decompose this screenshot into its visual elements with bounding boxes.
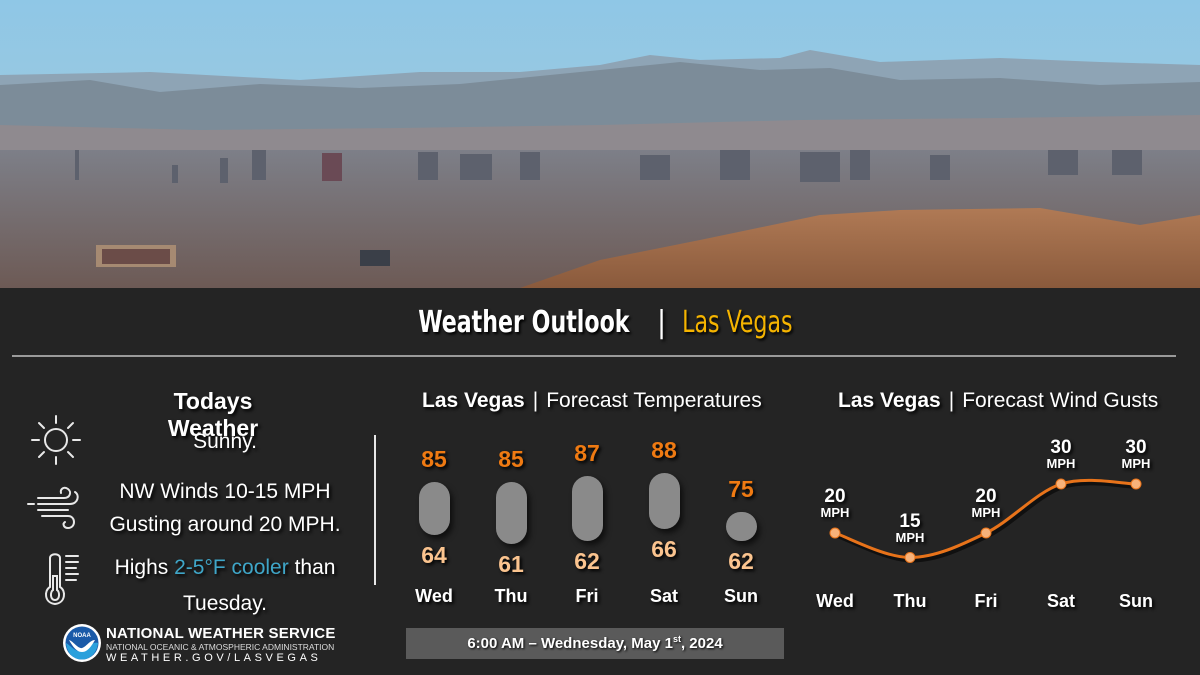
wind-gust-unit: MPH <box>1121 456 1151 471</box>
wind-gust-unit: MPH <box>1046 456 1076 471</box>
highs-suffix: than <box>294 556 336 579</box>
temps-heading-separator: | <box>532 389 539 412</box>
high-temp-label: 75 <box>728 476 754 502</box>
wind-gust-label: 15 MPH <box>880 512 940 544</box>
title-text: Weather Outlook <box>418 305 630 340</box>
wind-gust-value: 20 <box>975 486 997 507</box>
wind-gust-label: 20 MPH <box>805 487 865 519</box>
wind-gust-point <box>980 527 992 539</box>
low-temp-label: 62 <box>574 548 600 574</box>
temp-day-label: Wed <box>415 586 453 606</box>
date-text: 6:00 AM – Wednesday, May 1 <box>467 635 673 652</box>
wind-gust-point <box>904 552 916 563</box>
wind-gust-label: 30 MPH <box>1031 438 1091 470</box>
title-separator: | <box>656 305 667 340</box>
wind-gust-unit: MPH <box>820 505 850 520</box>
wind-heading-location: Las Vegas <box>838 389 941 412</box>
highs-text-line1: Highs 2-5°F cooler than <box>100 556 350 580</box>
wind-gust-value: 20 <box>824 486 846 507</box>
wind-icon <box>27 486 79 530</box>
website-link[interactable]: WEATHER.GOV/LASVEGAS <box>106 652 321 664</box>
highs-prefix: Highs <box>114 556 169 579</box>
wind-day-label: Sat <box>1046 591 1075 611</box>
wind-gust-value: 15 <box>899 510 921 532</box>
temp-range-bar <box>649 473 680 529</box>
temp-range-bar <box>726 512 757 541</box>
wind-day-label: Fri <box>974 591 998 611</box>
low-temp-label: 64 <box>421 542 447 568</box>
wind-heading: Las Vegas | Forecast Wind Gusts <box>838 389 1158 413</box>
low-temp-label: 62 <box>728 548 754 574</box>
las-vegas-skyline-photo <box>0 0 1200 288</box>
low-temp-label: 66 <box>651 536 677 562</box>
sun-icon <box>31 415 81 465</box>
wind-gust-label: 20 MPH <box>956 487 1016 519</box>
section-divider <box>374 435 376 585</box>
high-temp-label: 87 <box>574 440 600 466</box>
wind-gust-unit: MPH <box>895 529 925 545</box>
wind-gust-point <box>1055 478 1067 490</box>
wind-gust-point <box>1130 478 1142 490</box>
issued-date-banner: 6:00 AM – Wednesday, May 1st, 2024 <box>406 628 784 659</box>
temp-day-label: Fri <box>575 586 599 606</box>
wind-gust-point <box>829 527 841 539</box>
thermometer-icon <box>45 553 79 606</box>
temp-day-label: Thu <box>494 586 528 606</box>
date-suffix: st <box>672 634 681 644</box>
wind-text-line1: NW Winds 10-15 MPH <box>119 480 331 503</box>
wind-day-label: Thu <box>893 591 927 611</box>
temp-day-label: Sun <box>724 586 758 606</box>
title-location: Las Vegas <box>682 305 793 340</box>
wind-day-label: Wed <box>816 591 854 611</box>
noaa-logo-text: NOAA <box>73 633 91 639</box>
high-temp-label: 88 <box>651 437 677 463</box>
temp-range-bar <box>496 482 527 544</box>
temps-heading-title: Forecast Temperatures <box>546 389 762 412</box>
wind-gust-value: 30 <box>1125 437 1147 458</box>
wind-day-label: Sun <box>1119 591 1153 611</box>
header-divider <box>12 355 1176 357</box>
temps-heading-location: Las Vegas <box>422 389 525 412</box>
agency-subtitle: NATIONAL OCEANIC & ATMOSPHERIC ADMINISTR… <box>106 642 335 652</box>
page-title: Weather Outlook | Las Vegas <box>0 305 1200 340</box>
highs-highlight: 2-5°F cooler <box>174 556 289 579</box>
temp-range-bar <box>419 482 450 535</box>
high-temp-label: 85 <box>421 446 447 472</box>
wind-gust-label: 30 MPH <box>1106 438 1166 470</box>
agency-name: NATIONAL WEATHER SERVICE <box>106 625 336 642</box>
wind-gust-unit: MPH <box>971 505 1001 520</box>
date-year: , 2024 <box>680 635 723 652</box>
wind-text-line2: Gusting around 20 MPH. <box>109 513 341 536</box>
high-temp-label: 85 <box>498 446 524 472</box>
noaa-logo-icon: NOAA <box>63 624 101 662</box>
low-temp-label: 61 <box>498 551 524 577</box>
wind-heading-separator: | <box>948 389 955 412</box>
wind-heading-title: Forecast Wind Gusts <box>962 389 1159 412</box>
temp-range-bar <box>572 476 603 541</box>
temps-heading: Las Vegas | Forecast Temperatures <box>422 389 762 413</box>
temp-day-label: Sat <box>649 586 678 606</box>
highs-text-line2: Tuesday. <box>182 592 268 615</box>
wind-gust-value: 30 <box>1050 437 1072 458</box>
condition-text: Sunny. <box>193 430 257 453</box>
